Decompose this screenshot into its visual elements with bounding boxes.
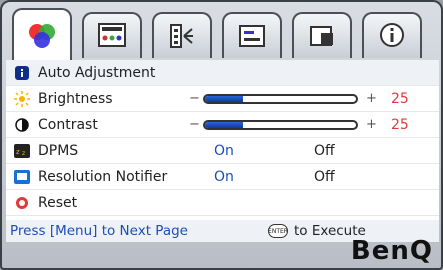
contrast-value: 25 [391, 116, 409, 133]
info-icon [14, 65, 30, 81]
brightness-value: 25 [391, 90, 409, 107]
reset-icon [14, 195, 30, 211]
contrast-minus[interactable]: − [189, 117, 200, 132]
osd-window: Auto Adjustment Brightness − + 25 Contra… [0, 0, 443, 270]
folder-settings-icon [239, 25, 265, 47]
brightness-slider[interactable] [203, 94, 358, 104]
reset-item[interactable]: Reset [6, 190, 439, 216]
monitor-icon [14, 169, 30, 185]
svg-text:z: z [16, 148, 20, 156]
picture-tab[interactable] [12, 8, 72, 60]
sun-icon [14, 90, 30, 107]
enter-key-icon: ENTER [268, 224, 288, 238]
brightness-minus[interactable]: − [189, 91, 200, 106]
auto-adjustment-label: Auto Adjustment [38, 64, 156, 81]
input-source-icon [310, 26, 333, 46]
monitor-settings-icon [98, 23, 126, 47]
input-tab[interactable] [292, 12, 352, 58]
menu-tabs [8, 6, 438, 60]
resolution-notifier-label: Resolution Notifier [38, 168, 168, 185]
auto-adjustment-item[interactable]: Auto Adjustment [6, 60, 439, 86]
power-saving-icon: zz [14, 143, 30, 159]
dpms-off-option[interactable]: Off [314, 143, 335, 159]
benq-logo: BenQ [350, 236, 433, 266]
contrast-plus[interactable]: + [366, 117, 377, 132]
contrast-icon [14, 117, 30, 133]
reset-label: Reset [38, 194, 78, 211]
dpms-item[interactable]: zz DPMS On Off [6, 138, 439, 164]
brightness-slider-fill [205, 96, 243, 102]
display-tab[interactable] [82, 12, 142, 58]
svg-text:z: z [22, 150, 25, 157]
resolution-notifier-item[interactable]: Resolution Notifier On Off [6, 164, 439, 190]
setup-tab[interactable] [222, 12, 282, 58]
info-icon [380, 23, 404, 47]
dpms-label: DPMS [38, 142, 79, 159]
contrast-item[interactable]: Contrast − + 25 [6, 112, 439, 138]
contrast-slider-fill [205, 122, 243, 128]
resolution-notifier-off-option[interactable]: Off [314, 169, 335, 185]
color-blobs-icon [29, 24, 55, 48]
speaker-icon [170, 24, 193, 48]
contrast-slider[interactable] [203, 120, 358, 130]
menu-list: Auto Adjustment Brightness − + 25 Contra… [6, 60, 439, 240]
brightness-plus[interactable]: + [366, 91, 377, 106]
next-page-hint: Press [Menu] to Next Page [10, 223, 188, 239]
information-tab[interactable] [362, 12, 422, 58]
dpms-on-option[interactable]: On [214, 143, 234, 159]
audio-tab[interactable] [152, 12, 212, 58]
resolution-notifier-on-option[interactable]: On [214, 169, 234, 185]
brightness-item[interactable]: Brightness − + 25 [6, 86, 439, 112]
